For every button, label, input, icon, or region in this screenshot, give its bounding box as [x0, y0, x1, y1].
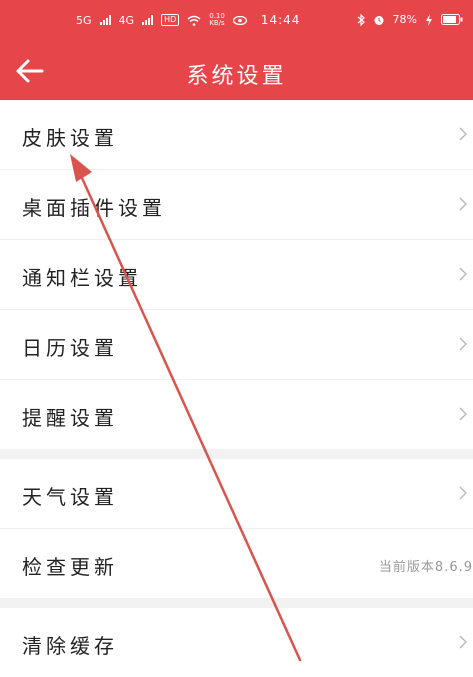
settings-list: 皮肤设置 桌面插件设置 通知栏设置 日历设置 提醒设置 天气设置 检查更新 当前… [0, 100, 473, 677]
chevron-right-icon [459, 267, 467, 281]
chevron-right-icon [459, 197, 467, 211]
settings-item-label: 皮肤设置 [22, 126, 118, 150]
chevron-right-icon [459, 407, 467, 421]
signal-icon [99, 15, 111, 25]
status-left: 5G 4G HD 0.10 KB/s 14:44 [76, 13, 301, 28]
chevron-right-icon [459, 337, 467, 351]
eye-icon [232, 15, 247, 25]
settings-item-weather[interactable]: 天气设置 [0, 459, 473, 529]
status-time: 14:44 [260, 13, 301, 27]
settings-item-skin[interactable]: 皮肤设置 [0, 100, 473, 170]
settings-item-calendar[interactable]: 日历设置 [0, 310, 473, 380]
current-version-text: 当前版本8.6.9 [378, 560, 473, 575]
hd-badge: HD [161, 14, 180, 26]
bluetooth-icon [357, 13, 365, 26]
settings-item-check-update[interactable]: 检查更新 当前版本8.6.9 [0, 529, 473, 598]
group-divider [0, 598, 473, 608]
network-speed-unit: KB/s [209, 19, 225, 27]
settings-item-label: 清除缓存 [22, 634, 118, 658]
settings-item-label: 通知栏设置 [22, 266, 142, 290]
battery-icon [441, 14, 463, 25]
status-right: 78% [357, 13, 463, 26]
settings-item-label: 天气设置 [22, 485, 118, 509]
settings-item-label: 检查更新 [22, 555, 118, 579]
charging-icon [426, 13, 432, 26]
nav-bar: 系统设置 [0, 42, 473, 100]
chevron-right-icon [459, 486, 467, 500]
settings-item-label: 桌面插件设置 [22, 196, 166, 220]
settings-item-clear-cache[interactable]: 清除缓存 [0, 608, 473, 677]
settings-item-notification-bar[interactable]: 通知栏设置 [0, 240, 473, 310]
group-divider [0, 449, 473, 459]
network-speed: 0.10 KB/s [209, 13, 225, 27]
network-4g-label: 4G [118, 13, 135, 27]
settings-item-label: 提醒设置 [22, 406, 118, 430]
signal-icon-2 [142, 15, 154, 25]
settings-item-label: 日历设置 [22, 336, 118, 360]
chevron-right-icon [459, 127, 467, 141]
settings-item-widget[interactable]: 桌面插件设置 [0, 170, 473, 240]
status-bar: 5G 4G HD 0.10 KB/s 14:44 78% [0, 0, 473, 42]
wifi-icon [187, 15, 201, 26]
network-5g-label: 5G [76, 13, 92, 27]
chevron-right-icon [459, 635, 467, 649]
page-title: 系统设置 [186, 64, 287, 89]
alarm-icon [374, 15, 384, 25]
battery-percent: 78% [392, 13, 417, 26]
settings-item-reminder[interactable]: 提醒设置 [0, 380, 473, 449]
